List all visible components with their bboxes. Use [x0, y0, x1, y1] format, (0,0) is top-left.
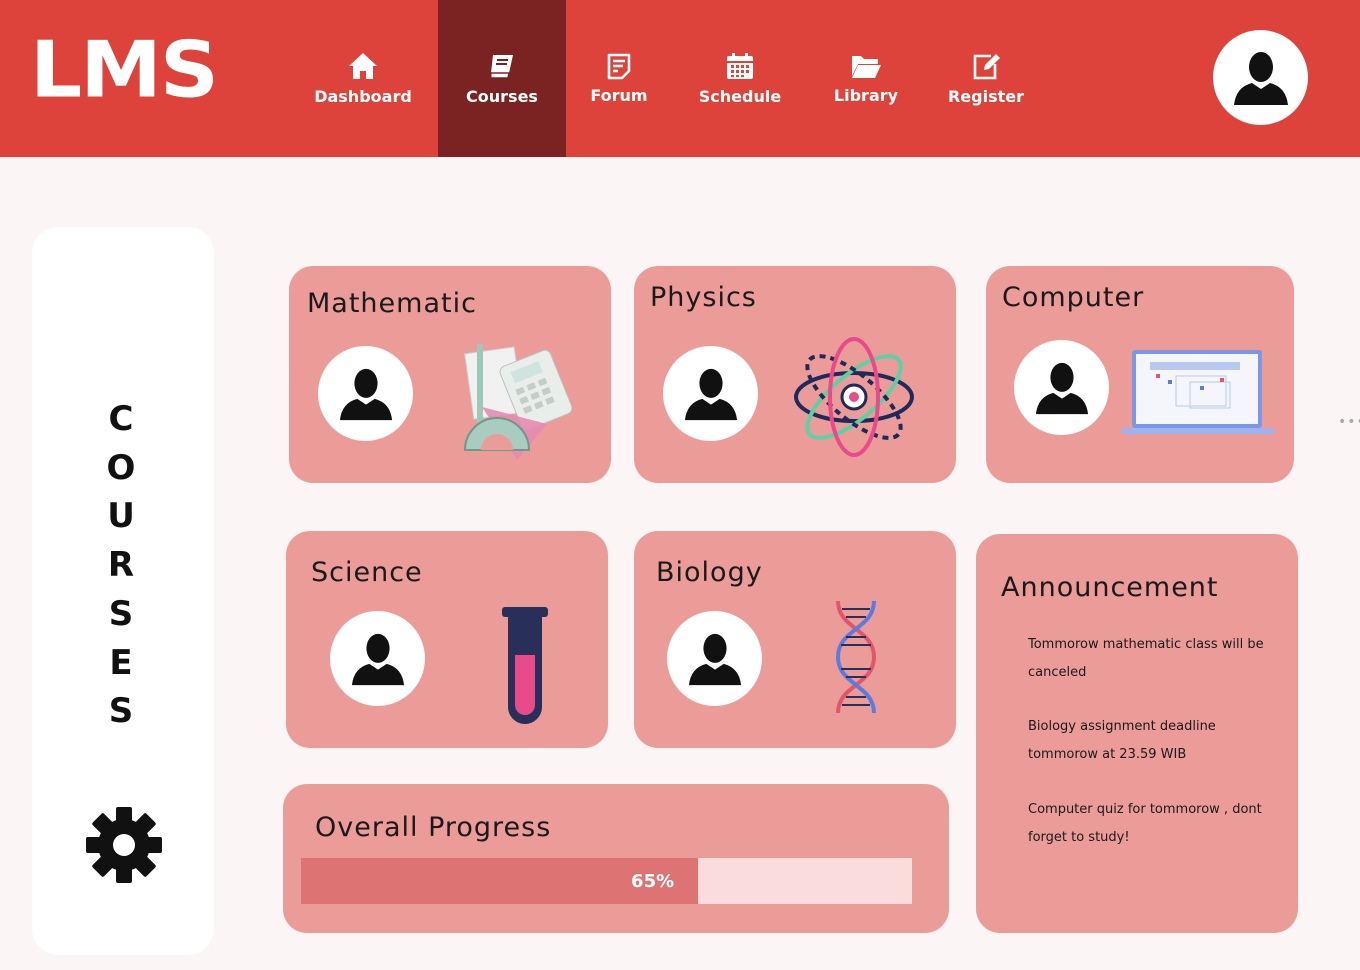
progress-label: 65%	[631, 871, 675, 892]
sidebar-letter: U	[107, 496, 135, 537]
sidebar-letter: R	[107, 545, 135, 586]
announcement-item: Tommorow mathematic class will be cancel…	[1028, 637, 1264, 680]
sidebar-letter: C	[108, 399, 134, 439]
book-icon	[489, 55, 513, 79]
nav-forum-label: Forum	[590, 86, 648, 105]
nav-schedule[interactable]: Schedule	[690, 0, 790, 157]
user-icon	[1035, 362, 1088, 414]
course-title: Physics	[650, 282, 757, 313]
home-icon	[349, 53, 377, 79]
user-icon	[351, 633, 404, 685]
user-icon	[688, 633, 741, 685]
app-logo[interactable]: LMS	[30, 32, 219, 110]
announcement-item: Computer quiz for tommorow , dont forget…	[1028, 802, 1262, 845]
forum-icon	[607, 53, 631, 80]
top-navigation-bar: LMS Dashboard Courses Forum Schedule Lib…	[0, 0, 1360, 157]
user-icon	[1233, 51, 1288, 105]
dna-icon	[835, 600, 877, 714]
user-icon	[684, 368, 737, 420]
announcement-item: Biology assignment deadline tommorow at …	[1028, 719, 1216, 762]
course-title: Biology	[656, 557, 763, 588]
teacher-avatar	[667, 611, 762, 706]
course-card-physics[interactable]: Physics	[634, 266, 956, 483]
laptop-icon	[1122, 350, 1274, 434]
teacher-avatar	[1014, 340, 1109, 435]
sidebar-letter: E	[109, 642, 133, 683]
course-title: Computer	[1002, 282, 1145, 313]
teacher-avatar	[318, 346, 413, 441]
sidebar-letter: O	[106, 447, 136, 488]
nav-dashboard-label: Dashboard	[314, 87, 412, 106]
nav-schedule-label: Schedule	[698, 87, 782, 106]
sidebar-letter: S	[108, 691, 134, 732]
more-options-icon[interactable]: •••	[1338, 414, 1360, 430]
course-card-mathematic[interactable]: Mathematic	[289, 266, 611, 483]
course-card-computer[interactable]: Computer	[986, 266, 1294, 483]
announcement-title: Announcement	[1001, 572, 1219, 603]
folder-icon	[852, 56, 881, 78]
nav-courses[interactable]: Courses	[438, 0, 566, 157]
nav-register-label: Register	[947, 87, 1025, 106]
teacher-avatar	[330, 611, 425, 706]
sidebar-letter: S	[108, 593, 134, 634]
nav-library[interactable]: Library	[822, 0, 910, 157]
progress-fill: 65%	[301, 858, 699, 904]
nav-forum[interactable]: Forum	[576, 0, 662, 157]
progress-bar: 65%	[301, 858, 912, 904]
nav-library-label: Library	[833, 86, 899, 105]
sidebar: C O U R S E S	[32, 227, 214, 955]
sidebar-title: C O U R S E S	[32, 395, 210, 736]
teacher-avatar	[663, 346, 758, 441]
atom-icon	[794, 337, 914, 457]
nav-register[interactable]: Register	[940, 0, 1032, 157]
gear-icon[interactable]	[86, 807, 162, 883]
calendar-icon	[727, 53, 753, 79]
nav-dashboard[interactable]: Dashboard	[302, 0, 424, 157]
course-title: Mathematic	[307, 288, 477, 319]
user-avatar[interactable]	[1213, 30, 1308, 125]
test-tube-icon	[502, 607, 548, 724]
course-card-science[interactable]: Science	[286, 531, 608, 748]
announcement-card: Announcement Tommorow mathematic class w…	[976, 534, 1298, 933]
progress-title: Overall Progress	[315, 812, 552, 843]
math-tools-icon	[463, 344, 572, 460]
nav-courses-label: Courses	[466, 87, 538, 106]
progress-card: Overall Progress 65%	[283, 784, 949, 933]
user-icon	[339, 368, 392, 420]
edit-icon	[973, 54, 1000, 80]
course-title: Science	[311, 557, 423, 588]
course-card-biology[interactable]: Biology	[634, 531, 956, 748]
